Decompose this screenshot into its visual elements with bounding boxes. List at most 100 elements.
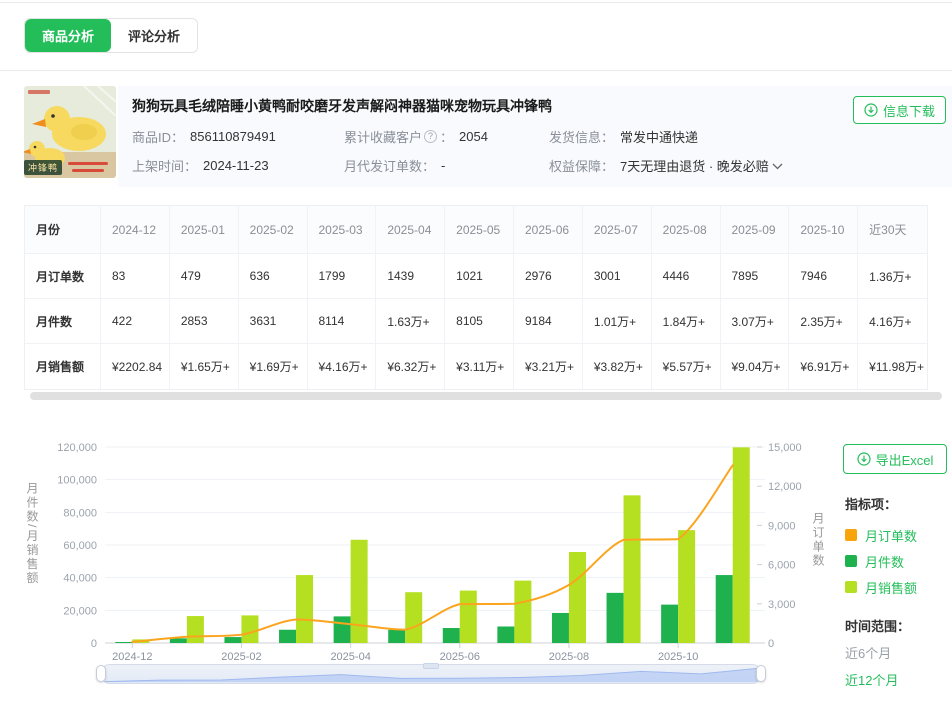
table-cell: 8105 xyxy=(445,299,514,344)
bar-月销售额-2025-05 xyxy=(405,592,422,643)
bar-月件数-2025-03 xyxy=(279,630,296,643)
svg-text:6,000: 6,000 xyxy=(768,560,796,572)
bar-月件数-2025-10 xyxy=(661,605,678,643)
table-row-label: 月销售额 xyxy=(25,344,101,389)
bar-月件数-2025-07 xyxy=(497,627,514,643)
svg-text:2024-12: 2024-12 xyxy=(112,651,152,663)
table-cell: 2853 xyxy=(170,299,239,344)
table-cell: 1.01万+ xyxy=(583,299,652,344)
top-divider xyxy=(0,2,952,3)
download-label: 信息下载 xyxy=(883,101,935,120)
tab-bar: 商品分析 评论分析 xyxy=(24,18,952,53)
time-range-title: 时间范围： xyxy=(845,616,910,635)
table-cell: ¥2202.84 xyxy=(101,344,170,389)
bar-月件数-2025-02 xyxy=(224,637,241,643)
table-cell: 2.35万+ xyxy=(789,299,858,344)
svg-text:2025-08: 2025-08 xyxy=(549,651,589,663)
table-cell: ¥4.16万+ xyxy=(308,344,377,389)
left-axis-title: 月件数/月销售额 xyxy=(24,482,41,585)
time-range-slider[interactable] xyxy=(100,664,762,684)
svg-text:80,000: 80,000 xyxy=(63,507,97,519)
info-download-button[interactable]: 信息下载 xyxy=(853,96,946,124)
table-month-header: 2025-09 xyxy=(721,206,790,254)
svg-text:2025-04: 2025-04 xyxy=(330,651,370,663)
table-cell: 8114 xyxy=(308,299,377,344)
table-cell: 7895 xyxy=(721,254,790,299)
table-cell: 479 xyxy=(170,254,239,299)
svg-text:2025-06: 2025-06 xyxy=(440,651,480,663)
table-cell: 3631 xyxy=(239,299,308,344)
slider-handle-right[interactable] xyxy=(756,665,766,682)
bar-月销售额-2025-04 xyxy=(351,540,368,643)
monthly-data-table-section: 月份2024-122025-012025-022025-032025-04202… xyxy=(24,205,952,400)
range-12-months[interactable]: 近12个月 xyxy=(845,670,898,689)
field-product-id: 商品ID： 856110879491 xyxy=(132,127,344,146)
monthly-data-table: 月份2024-122025-012025-022025-032025-04202… xyxy=(24,205,928,390)
chevron-down-icon[interactable] xyxy=(772,158,783,173)
legend-item-sales[interactable]: 月销售额 xyxy=(845,574,917,600)
table-cell: 4.16万+ xyxy=(858,299,927,344)
bar-月件数-2025-09 xyxy=(607,593,624,643)
download-icon xyxy=(864,103,878,117)
range-6-months[interactable]: 近6个月 xyxy=(845,643,891,662)
table-cell: 422 xyxy=(101,299,170,344)
bar-月件数-2025-08 xyxy=(552,613,569,643)
trend-chart: 020,00040,00060,00080,000100,000120,0000… xyxy=(0,430,850,680)
bar-月销售额-2025-01 xyxy=(187,616,204,643)
svg-text:0: 0 xyxy=(768,638,774,650)
help-icon[interactable]: ? xyxy=(424,130,437,143)
field-proxy-orders: 月代发订单数： - xyxy=(344,156,549,175)
sales-swatch xyxy=(845,581,857,593)
bar-月件数-2025-01 xyxy=(170,638,187,643)
table-cell: ¥3.21万+ xyxy=(514,344,583,389)
slider-grip[interactable] xyxy=(423,663,439,669)
legend-item-orders[interactable]: 月订单数 xyxy=(845,522,917,548)
field-rights: 权益保障： 7天无理由退货 · 晚发必赔 xyxy=(549,156,938,175)
bar-月销售额-2025-10 xyxy=(678,530,695,643)
right-axis-title: 月订单数 xyxy=(810,512,827,568)
svg-text:2025-10: 2025-10 xyxy=(658,651,698,663)
field-favorites: 累计收藏客户 ? ： 2054 xyxy=(344,127,549,146)
table-cell: 3001 xyxy=(583,254,652,299)
table-cell: 1439 xyxy=(376,254,445,299)
table-cell: ¥3.11万+ xyxy=(445,344,514,389)
field-shipping: 发货信息： 常发中通快递 xyxy=(549,127,938,146)
tab-review-analysis[interactable]: 评论分析 xyxy=(111,19,197,52)
table-cell: 83 xyxy=(101,254,170,299)
table-month-header: 2025-01 xyxy=(170,206,239,254)
tab-product-analysis[interactable]: 商品分析 xyxy=(25,19,111,52)
bar-月销售额-近30天 xyxy=(733,447,750,643)
table-cell: ¥6.91万+ xyxy=(789,344,858,389)
image-badge: 冲锋鸭 xyxy=(24,160,62,175)
svg-text:100,000: 100,000 xyxy=(57,475,97,487)
bar-月销售额-2025-09 xyxy=(624,495,641,643)
product-fields: 商品ID： 856110879491 上架时间： 2024-11-23 累计收藏… xyxy=(132,127,938,175)
bar-月件数-2025-05 xyxy=(388,630,405,643)
table-scrollbar[interactable] xyxy=(30,392,942,400)
svg-text:2025-02: 2025-02 xyxy=(221,651,261,663)
bar-月销售额-2025-08 xyxy=(569,552,586,643)
table-cell: 1799 xyxy=(308,254,377,299)
table-cell: 1.36万+ xyxy=(858,254,927,299)
download-icon xyxy=(857,452,871,466)
chart-legend: 月订单数 月件数 月销售额 xyxy=(845,522,917,600)
bar-月销售额-2025-02 xyxy=(241,615,258,643)
slider-handle-left[interactable] xyxy=(96,665,106,682)
orders-swatch xyxy=(845,529,857,541)
table-cell: 7946 xyxy=(789,254,858,299)
svg-text:0: 0 xyxy=(91,638,97,650)
product-image: 冲锋鸭 xyxy=(24,86,116,178)
table-month-header: 2025-02 xyxy=(239,206,308,254)
table-cell: ¥3.82万+ xyxy=(583,344,652,389)
table-month-header: 近30天 xyxy=(858,206,927,254)
table-cell: ¥9.04万+ xyxy=(721,344,790,389)
bar-月销售额-2025-03 xyxy=(296,575,313,643)
table-row-label: 月件数 xyxy=(25,299,101,344)
svg-text:3,000: 3,000 xyxy=(768,599,796,611)
legend-item-items[interactable]: 月件数 xyxy=(845,548,917,574)
tab-group: 商品分析 评论分析 xyxy=(24,18,198,53)
table-row-label: 月订单数 xyxy=(25,254,101,299)
export-excel-button[interactable]: 导出Excel xyxy=(843,444,947,474)
table-month-header: 2025-08 xyxy=(652,206,721,254)
table-cell: ¥11.98万+ xyxy=(858,344,927,389)
